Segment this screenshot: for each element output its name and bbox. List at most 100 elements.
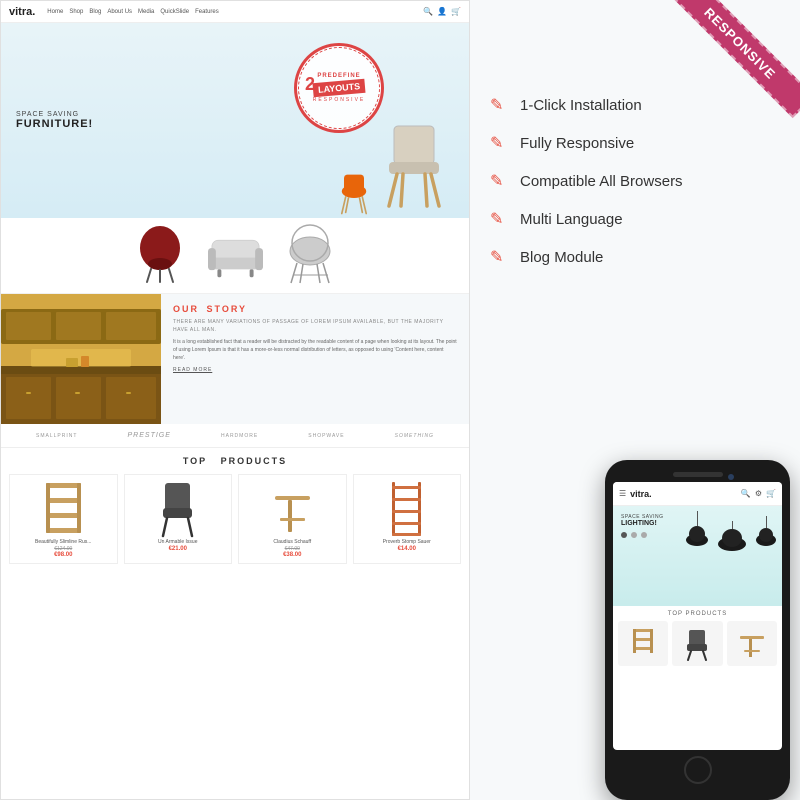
story-body: It is a long established fact that a rea… — [173, 338, 457, 362]
wire-chair-icon — [283, 223, 338, 288]
phone-lamps — [685, 511, 777, 551]
product-price-new-3: €38.00 — [244, 552, 341, 558]
story-lorem: THERE ARE MANY VARIATIONS OF PASSAGE OF … — [173, 319, 457, 334]
lamp-1 — [685, 511, 709, 551]
brand-prestige: Prestige — [128, 432, 171, 439]
product-price-new-4: €14.00 — [359, 546, 456, 552]
phone-logo: vitra. — [630, 489, 741, 499]
product-img-1 — [15, 480, 112, 535]
brand-other: Something — [395, 433, 434, 439]
feature-text-2: Fully Responsive — [520, 135, 634, 152]
nav-item[interactable]: Features — [195, 9, 219, 15]
product-card-4[interactable]: Proverb Stomp Sauer €14.00 — [353, 474, 462, 564]
product-thumb-3[interactable] — [283, 228, 338, 283]
phone-screen: ☰ vitra. 🔍 ⚙ 🛒 SPACE SAVING LIGHTING! — [613, 482, 782, 750]
product-price-new-2: €21.00 — [130, 546, 227, 552]
account-icon[interactable]: 👤 — [437, 7, 447, 16]
feature-text-4: Multi Language — [520, 211, 623, 228]
lamp-2 — [717, 521, 747, 551]
checkmark-icon-5: ✎ — [490, 247, 510, 267]
feature-item-4: ✎ Multi Language — [490, 209, 780, 229]
product-card-2[interactable]: Un Armable Issue €21.00 — [124, 474, 233, 564]
lamp-wire-3 — [766, 516, 767, 528]
product-card-3[interactable]: Claudius Schauff €47.00 €38.00 — [238, 474, 347, 564]
top-products-section: TOP PRODUCTS — [1, 448, 469, 572]
phone-speaker — [673, 472, 723, 477]
rack-product-icon — [384, 478, 429, 538]
phone-header-icons: 🔍 ⚙ 🛒 — [741, 489, 776, 498]
brand-shopwave: SHOPWAVE — [308, 433, 344, 439]
lamp-wire-2 — [732, 521, 733, 529]
sofa-chair-icon — [208, 226, 263, 286]
white-chair-icon — [379, 118, 449, 218]
section-title-products: PRODUCTS — [221, 456, 288, 466]
feature-item-2: ✎ Fully Responsive — [490, 133, 780, 153]
phone-screen-header: ☰ vitra. 🔍 ⚙ 🛒 — [613, 482, 782, 506]
feature-item-1: ✎ 1-Click Installation — [490, 95, 780, 115]
hero-section: SPACE SAVING FURNITURE! 2 PREDEFINE LAYO… — [1, 23, 469, 218]
nav-item[interactable]: About Us — [107, 9, 132, 15]
product-thumb-1[interactable] — [133, 228, 188, 283]
indicator-dot-2 — [631, 532, 637, 538]
left-panel: vitra. Home Shop Blog About Us Media Qui… — [0, 0, 470, 800]
nav-item[interactable]: Home — [47, 9, 63, 15]
checkmark-icon-2: ✎ — [490, 133, 510, 153]
site-nav-icons: 🔍 👤 🛒 — [423, 7, 461, 16]
phone-product-row-1 — [618, 621, 777, 666]
story-title-our: OUR — [173, 304, 199, 314]
lamp-wire-1 — [697, 511, 698, 526]
phone-hero: SPACE SAVING LIGHTING! — [613, 506, 782, 606]
feature-item-3: ✎ Compatible All Browsers — [490, 171, 780, 191]
egg-chair-icon — [133, 226, 188, 286]
cart-icon[interactable]: 🛒 — [451, 7, 461, 16]
checkmark-icon-3: ✎ — [490, 171, 510, 191]
phone-section-label: TOP PRODUCTS — [618, 611, 777, 617]
section-title-top: TOP — [183, 456, 207, 466]
shelf-product-icon — [41, 478, 86, 538]
product-card-1[interactable]: Beautifully Slimline Rus... €124.00 €98.… — [9, 474, 118, 564]
brand-smallprint: SmallPrint — [36, 433, 77, 439]
phone-home-button[interactable] — [684, 756, 712, 784]
nav-item[interactable]: Shop — [69, 9, 83, 15]
phone-mockup: ☰ vitra. 🔍 ⚙ 🛒 SPACE SAVING LIGHTING! — [605, 460, 790, 800]
nav-item[interactable]: Blog — [89, 9, 101, 15]
feature-text-1: 1-Click Installation — [520, 97, 642, 114]
story-title: OUR STORY — [173, 304, 457, 314]
phone-product-icon-3 — [737, 626, 767, 661]
stamp-circle: 2 PREDEFINE LAYOUTS RESPONSIVE — [294, 43, 384, 133]
dark-chair-product-icon — [155, 478, 200, 538]
section-title: TOP PRODUCTS — [9, 456, 461, 466]
phone-cart-icon: 🛒 — [766, 489, 776, 498]
read-more-link[interactable]: READ MORE — [173, 367, 457, 373]
stamp-overlay: 2 PREDEFINE LAYOUTS RESPONSIVE — [294, 43, 384, 133]
hamburger-icon: ☰ — [619, 489, 626, 498]
nav-item[interactable]: QuickSlide — [160, 9, 189, 15]
phone-product-2 — [672, 621, 722, 666]
product-thumb-2[interactable] — [208, 228, 263, 283]
search-icon[interactable]: 🔍 — [423, 7, 433, 16]
story-section: OUR STORY THERE ARE MANY VARIATIONS OF P… — [1, 294, 469, 424]
story-title-story: STORY — [207, 304, 248, 314]
hero-text: SPACE SAVING FURNITURE! — [16, 111, 93, 130]
brand-hardcore: HARDMORE — [221, 433, 258, 439]
lamp-shade-icon-2 — [717, 529, 747, 551]
brands-strip: SmallPrint Prestige HARDMORE SHOPWAVE So… — [1, 424, 469, 448]
checkmark-icon-4: ✎ — [490, 209, 510, 229]
nav-item[interactable]: Media — [138, 9, 154, 15]
table-product-icon — [270, 478, 315, 538]
product-img-4 — [359, 480, 456, 535]
indicator-dot-3 — [641, 532, 647, 538]
feature-item-5: ✎ Blog Module — [490, 247, 780, 267]
hero-chairs — [334, 118, 449, 218]
phone-product-icon-2 — [682, 626, 712, 661]
feature-text-3: Compatible All Browsers — [520, 173, 683, 190]
products-strip — [1, 218, 469, 294]
indicator-dot-1 — [621, 532, 627, 538]
phone-camera — [728, 474, 734, 480]
phone-products-area: TOP PRODUCTS — [613, 606, 782, 671]
phone-body: ☰ vitra. 🔍 ⚙ 🛒 SPACE SAVING LIGHTING! — [605, 460, 790, 800]
lamp-shade-icon-1 — [685, 526, 709, 546]
checkmark-icon-1: ✎ — [490, 95, 510, 115]
site-nav: Home Shop Blog About Us Media QuickSlide… — [47, 9, 218, 15]
hero-line2: FURNITURE! — [16, 118, 93, 130]
